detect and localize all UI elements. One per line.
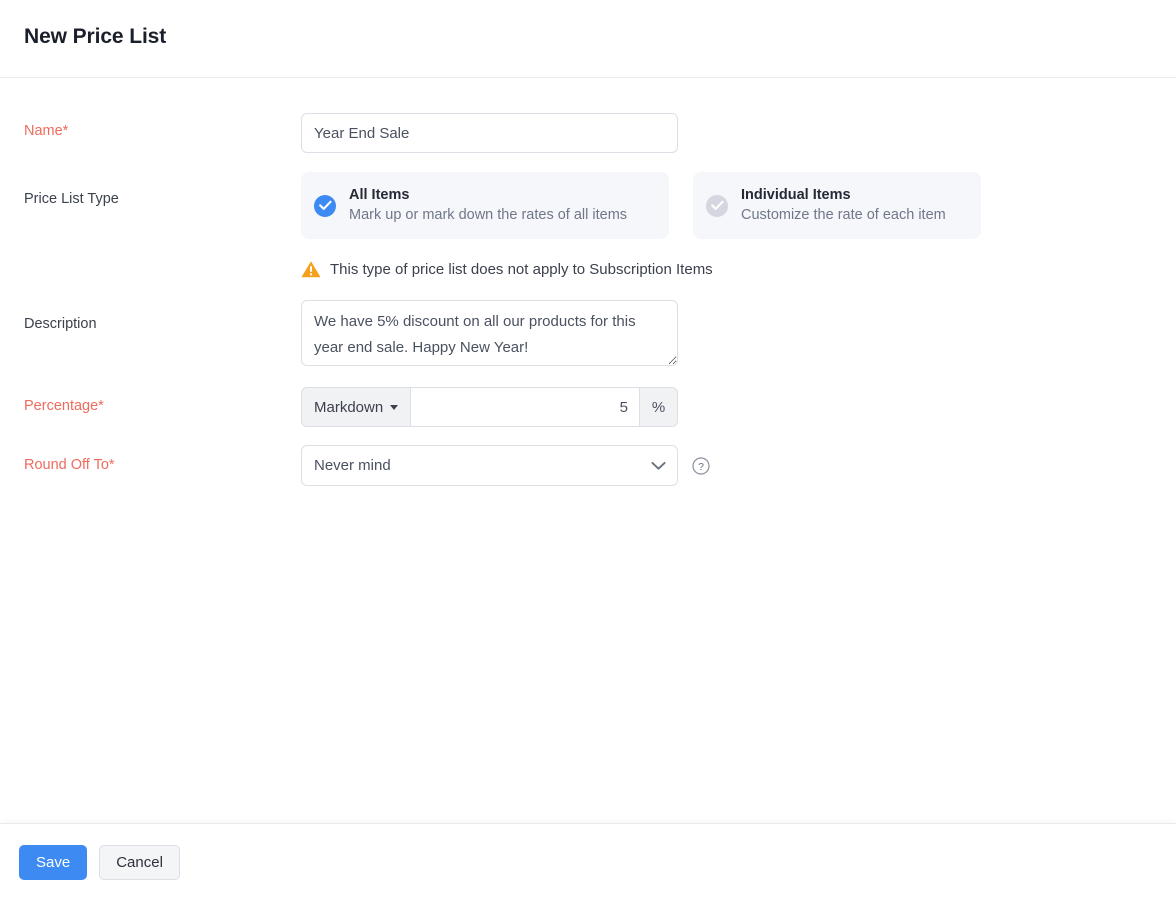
card-text: Individual Items Customize the rate of e… [741,186,946,226]
page-header: New Price List [0,0,1176,78]
warning-triangle-icon [301,260,321,278]
form-footer: Save Cancel [0,823,1176,900]
option-subtitle: Customize the rate of each item [741,205,946,226]
percentage-input-group: Markdown % [301,387,678,427]
warning-text: This type of price list does not apply t… [330,261,713,278]
name-field-wrap [301,113,678,153]
check-circle-icon [314,195,336,217]
round-off-label: Round Off To* [24,457,115,473]
price-list-type-option-all-items[interactable]: All Items Mark up or mark down the rates… [301,172,669,239]
new-price-list-page: New Price List Name* Price List Type [0,0,1176,900]
percentage-input[interactable] [410,387,639,427]
price-list-type-label: Price List Type [24,191,119,207]
name-label: Name* [24,123,68,139]
option-title: All Items [349,186,627,205]
caret-down-icon [390,405,398,410]
description-field-wrap: We have 5% discount on all our products … [301,300,678,371]
page-title: New Price List [24,25,166,49]
svg-text:?: ? [698,460,704,472]
round-off-field-wrap: Never mind ? [301,445,710,486]
description-label: Description [24,316,97,332]
option-title: Individual Items [741,186,946,205]
description-textarea[interactable]: We have 5% discount on all our products … [301,300,678,366]
card-text: All Items Mark up or mark down the rates… [349,186,627,226]
price-list-type-warning: This type of price list does not apply t… [301,260,713,278]
price-list-type-option-individual-items[interactable]: Individual Items Customize the rate of e… [693,172,981,239]
cancel-button[interactable]: Cancel [99,845,180,880]
help-circle-icon[interactable]: ? [692,457,710,475]
percentage-type-value: Markdown [314,399,383,416]
percentage-label: Percentage* [24,398,104,414]
name-input[interactable] [301,113,678,153]
save-button[interactable]: Save [19,845,87,880]
check-circle-icon [706,195,728,217]
percentage-type-dropdown-button[interactable]: Markdown [301,387,410,427]
round-off-select[interactable]: Never mind [301,445,678,486]
percent-suffix: % [639,387,678,427]
round-off-select-wrap: Never mind [301,445,678,486]
option-subtitle: Mark up or mark down the rates of all it… [349,205,627,226]
price-list-type-options: All Items Mark up or mark down the rates… [301,172,981,239]
